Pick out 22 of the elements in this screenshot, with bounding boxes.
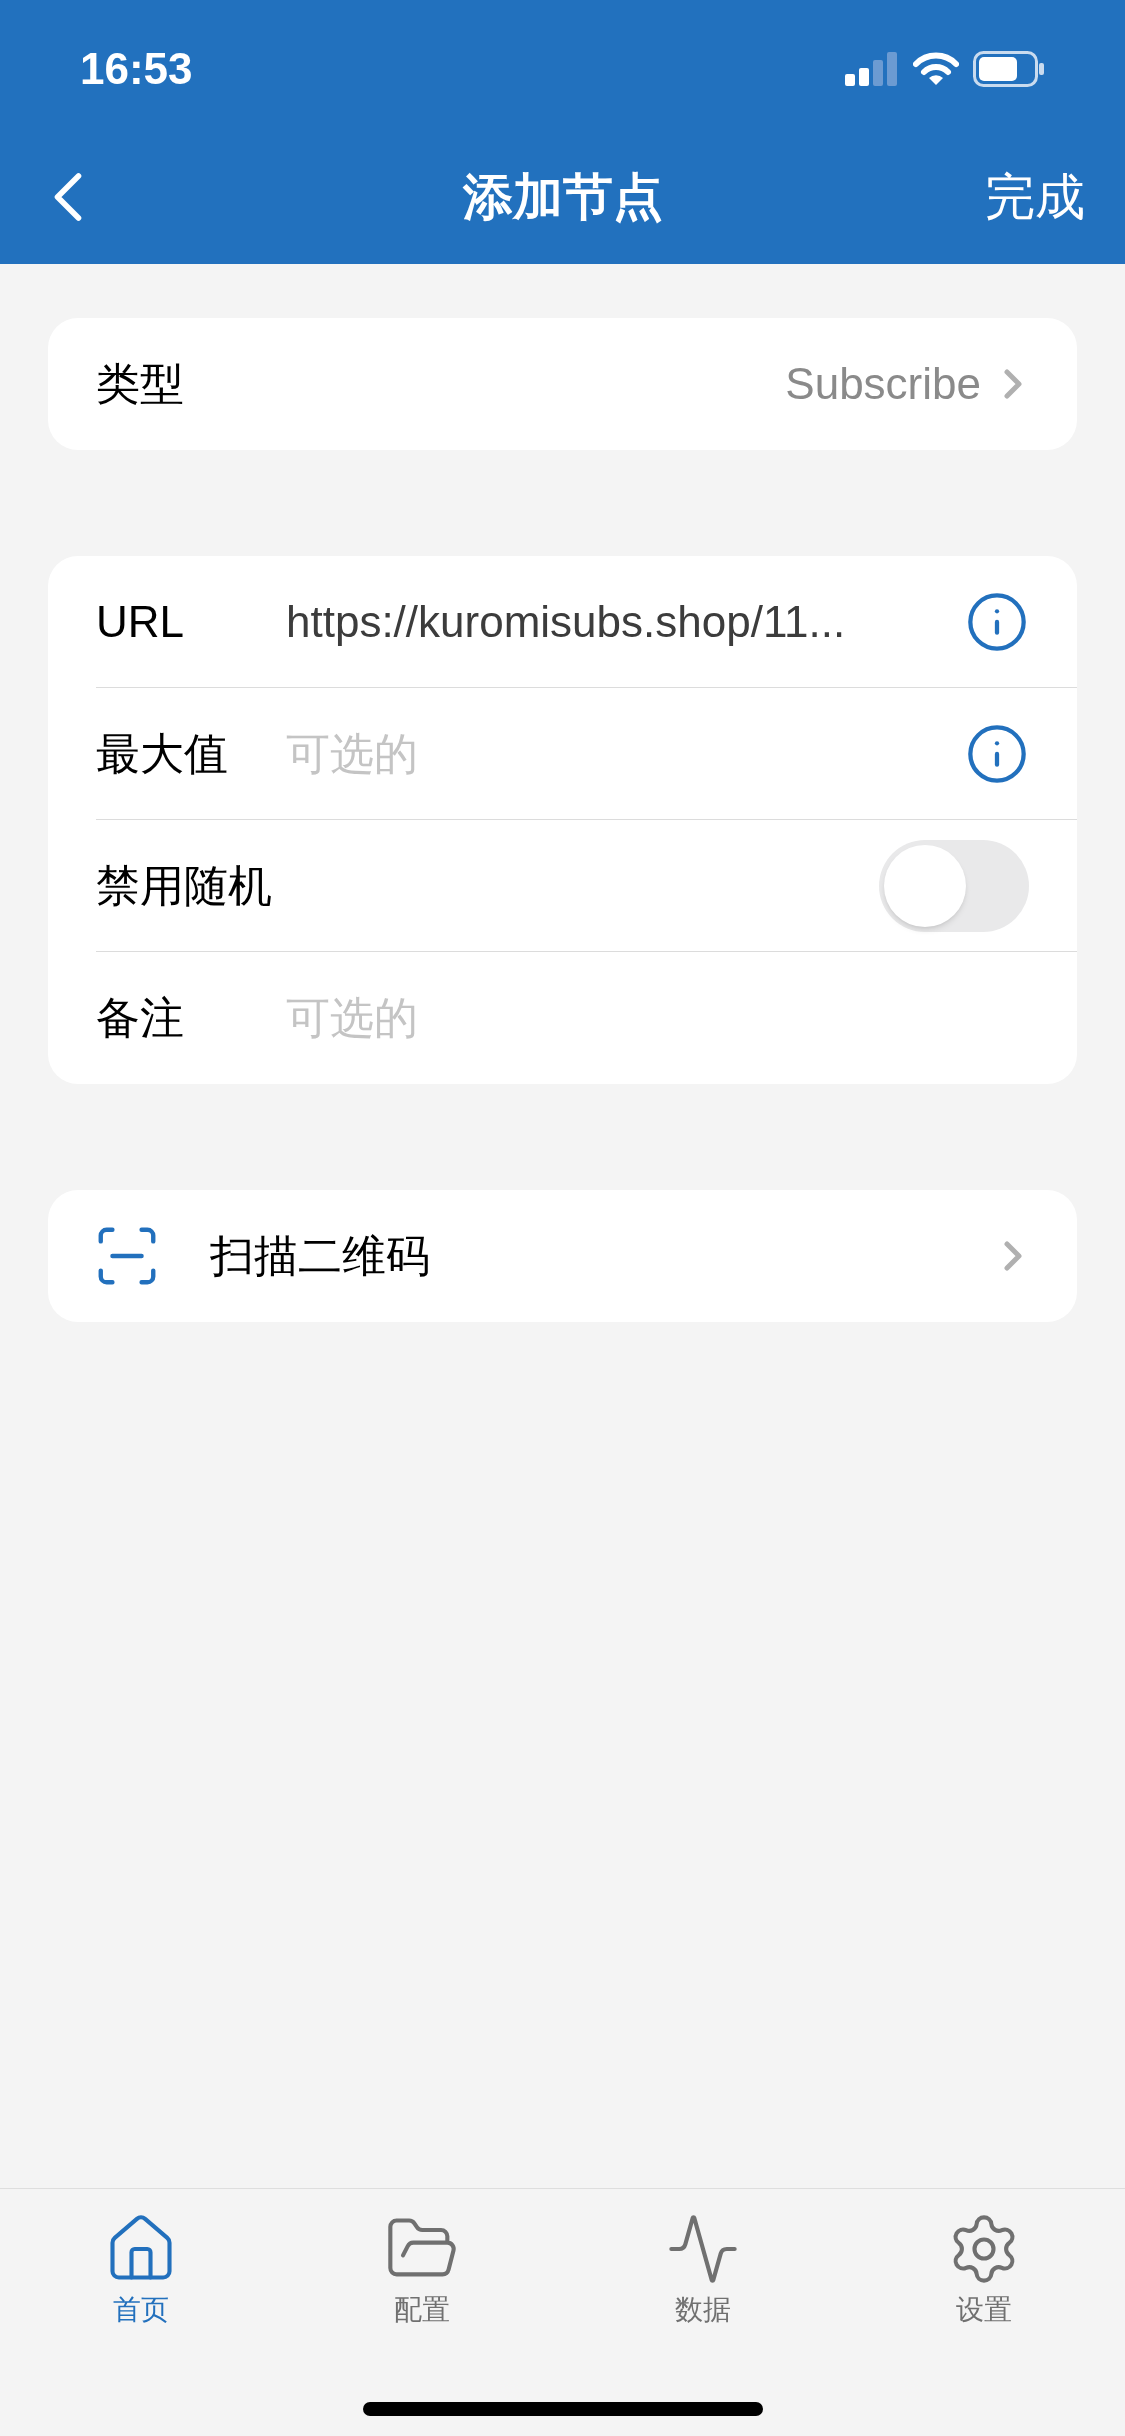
tab-item[interactable]: 首页: [40, 2211, 241, 2331]
url-value[interactable]: https://kuromisubs.shop/11...: [286, 588, 945, 655]
done-button[interactable]: 完成: [985, 159, 1085, 235]
type-value: Subscribe: [785, 358, 981, 410]
scan-label: 扫描二维码: [210, 1230, 431, 1282]
signal-icon: [845, 52, 899, 86]
scan-row[interactable]: 扫描二维码: [48, 1190, 1077, 1322]
field-label: 禁用随机: [96, 859, 273, 912]
battery-icon: [973, 51, 1045, 87]
tab-item[interactable]: 设置: [884, 2211, 1085, 2331]
field-label: 最大值: [96, 727, 229, 780]
wifi-icon: [913, 52, 959, 86]
input-field[interactable]: 可选的: [286, 720, 945, 787]
page-title: 添加节点: [462, 167, 663, 227]
field-label: URL: [96, 595, 186, 648]
status-time: 16:53: [80, 43, 193, 95]
tab-item[interactable]: 配置: [321, 2211, 522, 2331]
type-row[interactable]: 类型 Subscribe: [48, 318, 1077, 450]
field-label: 备注: [96, 992, 185, 1044]
field-label: 类型: [96, 358, 185, 410]
input-field[interactable]: 可选的: [286, 985, 1029, 1051]
tab-item[interactable]: 数据: [603, 2211, 804, 2331]
